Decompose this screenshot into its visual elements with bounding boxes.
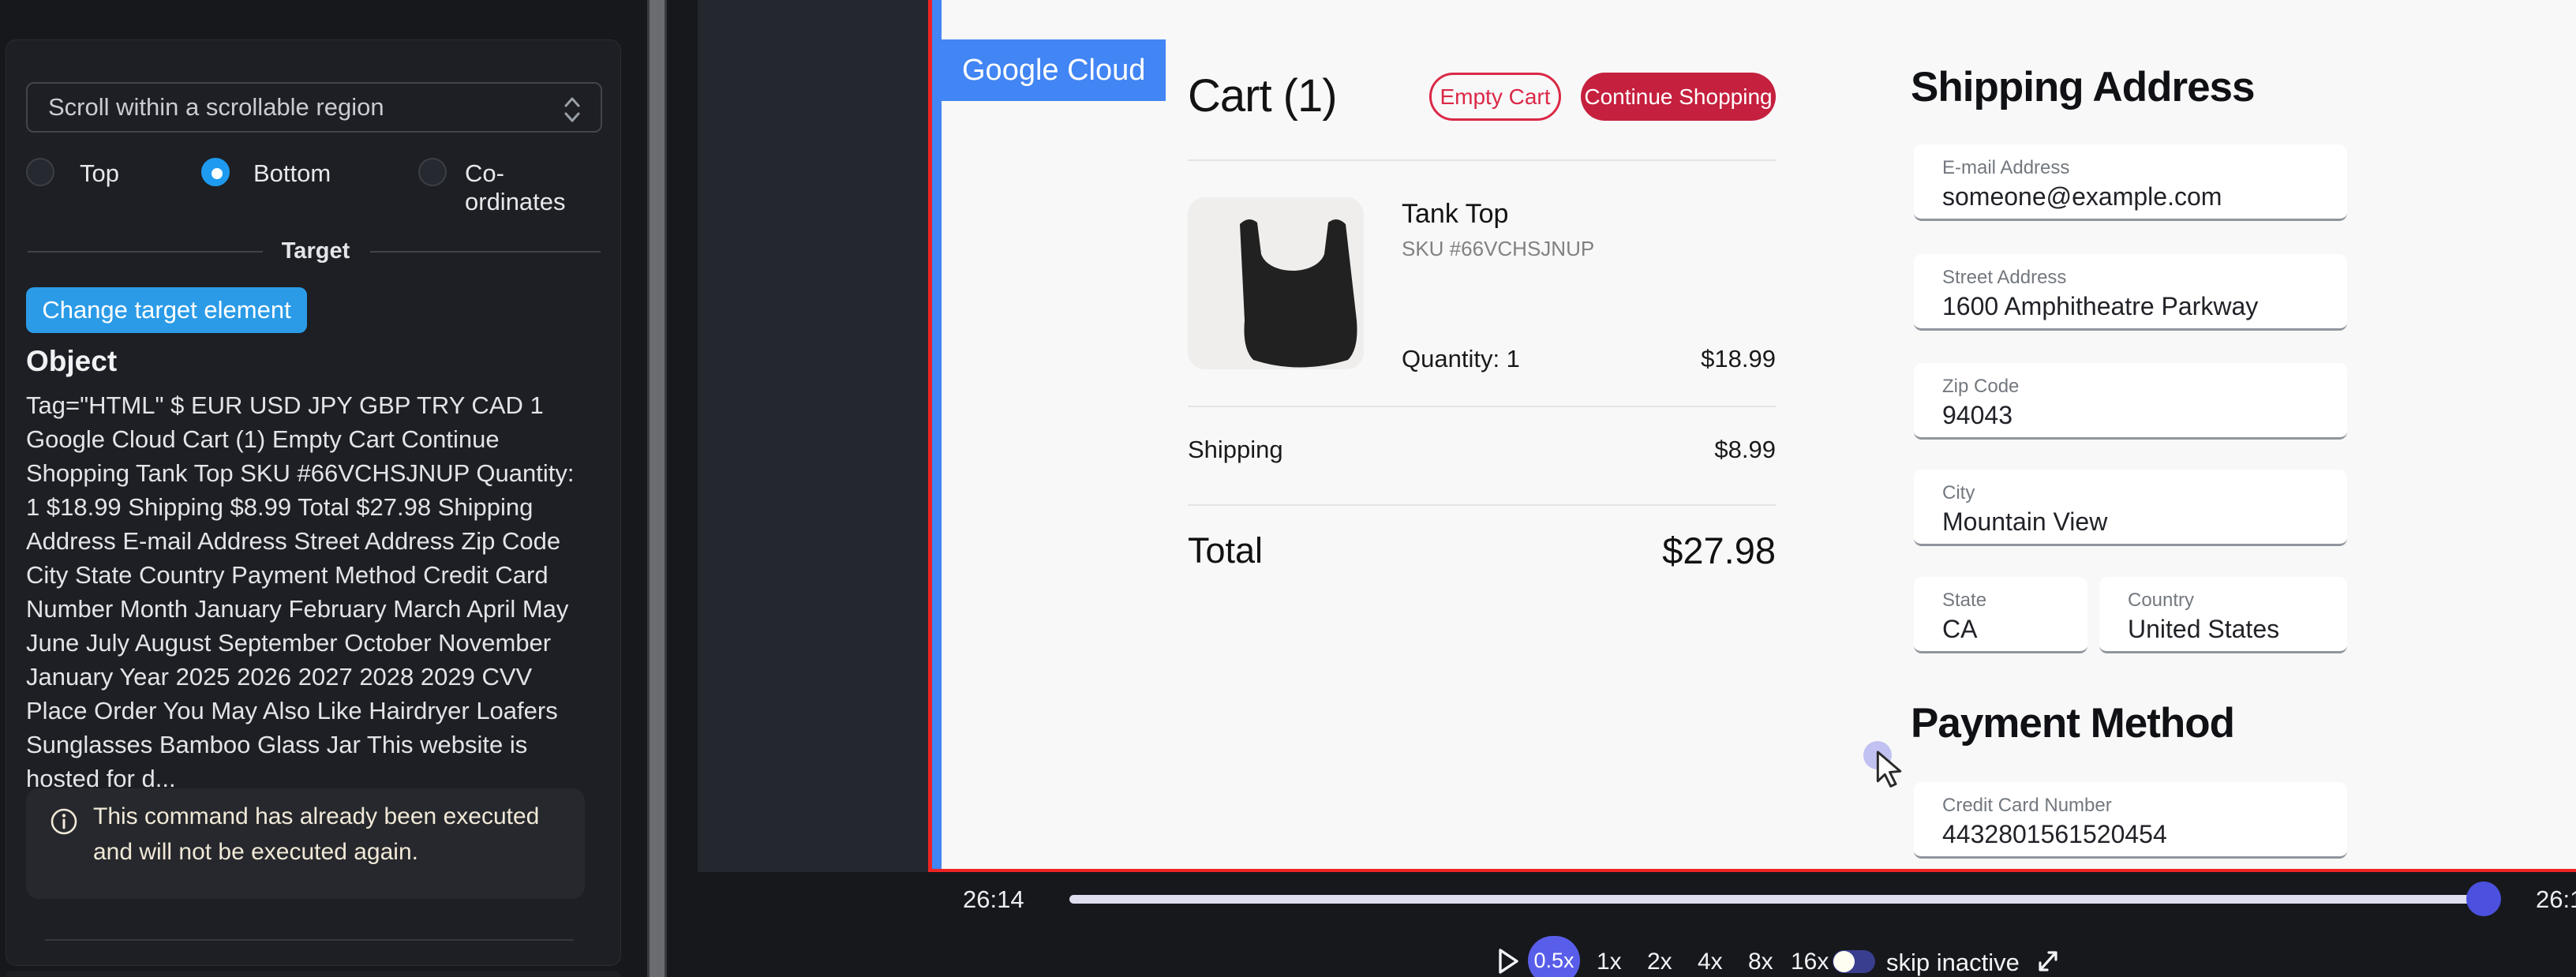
product-name: Tank Top [1402, 199, 1508, 230]
country-field-value: United States [2128, 615, 2279, 644]
payment-method-heading: Payment Method [1911, 699, 2234, 747]
fullscreen-icon[interactable] [2033, 945, 2063, 977]
toggle-knob [1833, 951, 1855, 972]
cart-divider-total [1188, 504, 1776, 506]
mouse-cursor-icon [1872, 750, 1907, 788]
executed-notice-text: This command has already been executed a… [93, 799, 559, 870]
command-type-select[interactable]: Scroll within a scrollable region [26, 82, 602, 133]
radio-bottom-label: Bottom [253, 159, 331, 188]
select-chevrons-icon [561, 95, 583, 125]
element-highlight-border-left [928, 0, 932, 872]
credit-card-field-label: Credit Card Number [1942, 795, 2112, 817]
country-field-label: Country [2128, 590, 2194, 612]
product-sku: SKU #66VCHSJNUP [1402, 237, 1594, 261]
executed-notice: This command has already been executed a… [26, 788, 585, 899]
street-field-label: Street Address [1942, 267, 2066, 289]
element-name-badge: Google Cloud [942, 39, 1166, 101]
speed-0-5x-button[interactable]: 0.5x [1528, 936, 1580, 977]
shipping-label: Shipping [1188, 436, 1283, 464]
state-field[interactable]: State CA [1914, 577, 2087, 653]
country-field[interactable]: Country United States [2099, 577, 2347, 653]
speed-2x-button[interactable]: 2x [1647, 949, 1672, 975]
city-field-value: Mountain View [1942, 507, 2107, 537]
object-description: Tag="HTML" $ EUR USD JPY GBP TRY CAD 1 G… [26, 388, 588, 795]
email-field-value: someone@example.com [1942, 182, 2222, 211]
email-field-label: E-mail Address [1942, 157, 2069, 179]
end-time: 26:1 [2536, 885, 2576, 914]
timeline-thumb[interactable] [2466, 882, 2501, 916]
skip-inactive-toggle[interactable] [1833, 950, 1875, 973]
continue-shopping-button[interactable]: Continue Shopping [1581, 73, 1776, 121]
zip-field-value: 94043 [1942, 401, 2012, 430]
scroll-position-radio-group: Top Bottom Co-ordinates [26, 158, 602, 189]
speed-16x-button[interactable]: 16x [1791, 949, 1829, 975]
current-time: 26:14 [963, 885, 1024, 914]
sidebar-scrollbar[interactable] [647, 0, 667, 977]
skip-inactive-label: skip inactive [1886, 949, 2020, 977]
shipping-value: $8.99 [1714, 436, 1776, 464]
app-window: Scroll within a scrollable region Top Bo… [0, 0, 2576, 977]
product-price: $18.99 [1701, 345, 1776, 373]
cart-divider-middle [1188, 406, 1776, 407]
element-highlight-blue-edge [932, 0, 942, 869]
email-field[interactable]: E-mail Address someone@example.com [1914, 144, 2347, 221]
radio-coordinates-label: Co-ordinates [465, 159, 602, 216]
credit-card-field[interactable]: Credit Card Number 4432801561520454 [1914, 782, 2347, 859]
replay-stage-background [698, 0, 928, 872]
street-field[interactable]: Street Address 1600 Amphitheatre Parkway [1914, 254, 2347, 331]
next-command-panel-edge [6, 971, 621, 977]
cart-title: Cart (1) [1188, 69, 1337, 122]
object-heading: Object [26, 345, 117, 378]
total-label: Total [1188, 530, 1263, 571]
speed-8x-button[interactable]: 8x [1748, 949, 1773, 975]
target-section-label: Target [268, 238, 363, 264]
target-divider-left [28, 251, 263, 253]
total-value: $27.98 [1662, 529, 1776, 572]
product-image-tank-top [1188, 197, 1364, 369]
sidebar-bottom-divider [45, 939, 574, 941]
credit-card-field-value: 4432801561520454 [1942, 820, 2167, 849]
radio-coordinates[interactable] [418, 158, 447, 186]
play-icon[interactable] [1494, 945, 1522, 977]
street-field-value: 1600 Amphitheatre Parkway [1942, 292, 2258, 321]
command-type-selected-value: Scroll within a scrollable region [48, 93, 384, 121]
info-icon [50, 807, 78, 836]
radio-top-label: Top [80, 159, 119, 188]
empty-cart-button[interactable]: Empty Cart [1429, 73, 1561, 121]
speed-4x-button[interactable]: 4x [1698, 949, 1723, 975]
cart-divider-top [1188, 159, 1776, 161]
zip-field-label: Zip Code [1942, 376, 2019, 398]
radio-bottom[interactable] [201, 158, 230, 186]
zip-field[interactable]: Zip Code 94043 [1914, 363, 2347, 440]
city-field[interactable]: City Mountain View [1914, 470, 2347, 546]
state-field-label: State [1942, 590, 1986, 612]
product-quantity: Quantity: 1 [1402, 345, 1520, 373]
radio-top[interactable] [26, 158, 54, 186]
timeline-track[interactable] [1069, 895, 2494, 904]
city-field-label: City [1942, 482, 1975, 504]
speed-1x-button[interactable]: 1x [1597, 949, 1622, 975]
shipping-address-heading: Shipping Address [1911, 63, 2255, 111]
target-divider-right [370, 251, 601, 253]
tank-top-illustration [1188, 197, 1364, 369]
state-field-value: CA [1942, 615, 1977, 644]
change-target-button[interactable]: Change target element [26, 287, 307, 333]
